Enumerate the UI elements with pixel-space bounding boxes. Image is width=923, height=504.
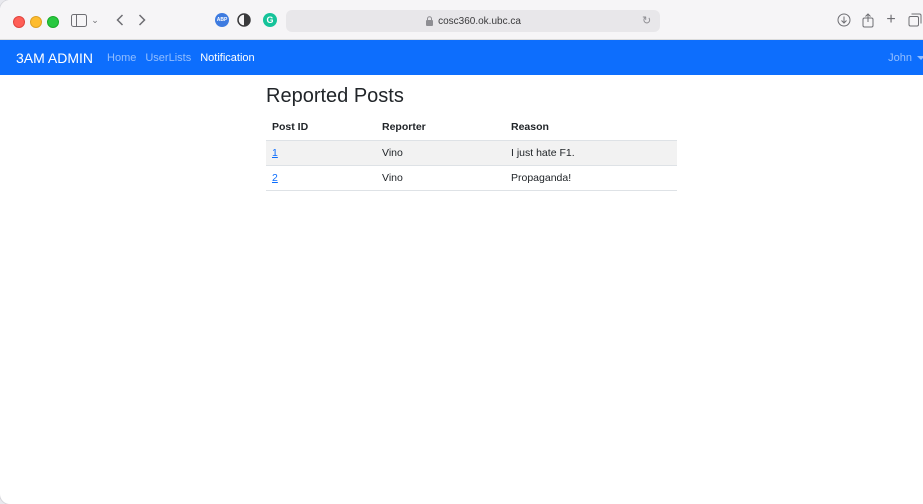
forward-arrow-icon[interactable] bbox=[135, 11, 149, 29]
address-bar[interactable]: cosc360.ok.ubc.ca ↻ bbox=[286, 10, 660, 32]
post-id-cell: 1 bbox=[266, 140, 376, 166]
page-title: Reported Posts bbox=[266, 85, 404, 107]
zoom-window-button[interactable] bbox=[47, 16, 59, 28]
share-icon[interactable] bbox=[860, 11, 876, 29]
tab-overview-icon[interactable] bbox=[907, 11, 923, 29]
reporter-cell: Vino bbox=[376, 140, 505, 166]
close-window-button[interactable] bbox=[13, 16, 25, 28]
nav-link-userlists[interactable]: UserLists bbox=[145, 52, 191, 64]
lock-icon bbox=[426, 16, 434, 26]
user-dropdown[interactable]: John bbox=[888, 40, 923, 75]
reported-posts-table: Post ID Reporter Reason 1 Vino I just ha… bbox=[266, 114, 677, 191]
column-header-reason: Reason bbox=[505, 114, 677, 141]
browser-window: ⌄ ABP G cosc360.ok.ubc.ca ↻ + 3AM ADMIN bbox=[0, 0, 923, 504]
nav-link-notification[interactable]: Notification bbox=[200, 52, 254, 64]
back-arrow-icon[interactable] bbox=[113, 11, 127, 29]
reload-icon[interactable]: ↻ bbox=[642, 14, 654, 28]
chevron-down-icon[interactable]: ⌄ bbox=[90, 11, 100, 29]
app-navbar: 3AM ADMIN Home UserLists Notification Jo… bbox=[0, 40, 923, 75]
download-icon[interactable] bbox=[836, 11, 852, 29]
sidebar-icon[interactable] bbox=[70, 11, 88, 29]
user-name: John bbox=[888, 51, 912, 64]
new-tab-icon[interactable]: + bbox=[884, 11, 898, 29]
reason-cell: Propaganda! bbox=[505, 165, 677, 191]
nav-link-home[interactable]: Home bbox=[107, 52, 136, 64]
shield-extension-icon[interactable] bbox=[237, 13, 251, 27]
reporter-cell: Vino bbox=[376, 165, 505, 191]
adblock-extension-icon[interactable]: ABP bbox=[215, 13, 229, 27]
post-id-link[interactable]: 2 bbox=[272, 172, 278, 184]
browser-toolbar: ⌄ ABP G cosc360.ok.ubc.ca ↻ + bbox=[0, 0, 923, 40]
url-text: cosc360.ok.ubc.ca bbox=[438, 15, 521, 27]
brand-logo[interactable]: 3AM ADMIN bbox=[16, 50, 93, 66]
main-content: Reported Posts Post ID Reporter Reason 1… bbox=[266, 80, 677, 191]
column-header-post-id: Post ID bbox=[266, 114, 376, 141]
column-header-reporter: Reporter bbox=[376, 114, 505, 141]
reason-cell: I just hate F1. bbox=[505, 140, 677, 166]
caret-down-icon bbox=[917, 55, 923, 60]
table-header-row: Post ID Reporter Reason bbox=[266, 114, 677, 141]
table-row: 1 Vino I just hate F1. bbox=[266, 140, 677, 166]
minimize-window-button[interactable] bbox=[30, 16, 42, 28]
grammarly-extension-icon[interactable]: G bbox=[263, 13, 277, 27]
post-id-link[interactable]: 1 bbox=[272, 147, 278, 159]
post-id-cell: 2 bbox=[266, 165, 376, 191]
table-row: 2 Vino Propaganda! bbox=[266, 165, 677, 191]
